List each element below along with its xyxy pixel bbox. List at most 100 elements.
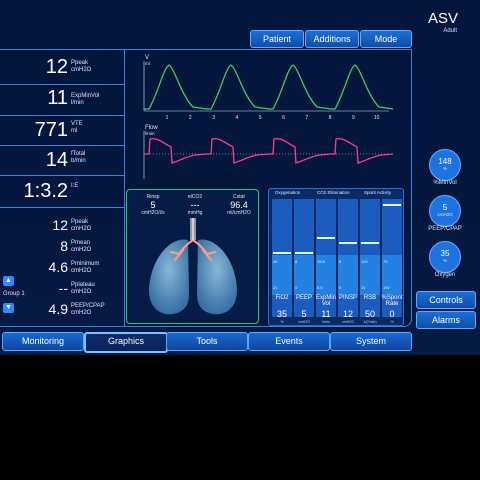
readout-value: 8 xyxy=(60,238,68,254)
co2-elimination-header: CO2 Elimination xyxy=(317,190,350,195)
parameter-value[interactable]: 5 xyxy=(293,309,315,319)
oxygen-control[interactable]: 35 % xyxy=(429,241,461,273)
parameter-value[interactable]: 11 xyxy=(315,309,337,319)
peep-value: 5 xyxy=(442,203,448,212)
readout-value: 11 xyxy=(47,87,68,109)
readout-value: 12 xyxy=(45,56,68,78)
readout-ftotal: 14 fTotal b/min xyxy=(0,146,124,174)
tab-events[interactable]: Events xyxy=(248,332,330,351)
bar-current-marker xyxy=(361,242,379,244)
parameter-label: ExpMin Vol xyxy=(315,295,336,307)
readout-value: 1:3.2 xyxy=(23,180,68,202)
ventilator-screen: ASV Adult Patient Additions Mode 12 Ppea… xyxy=(0,0,480,355)
bar-tick-label: 75 xyxy=(383,259,388,264)
additions-button[interactable]: Additions xyxy=(305,30,359,48)
parameter-label: FiO2 xyxy=(275,295,289,301)
mode-title: ASV xyxy=(427,10,458,27)
mode-button[interactable]: Mode xyxy=(360,30,412,48)
triangle-down-icon[interactable]: ▼ xyxy=(3,303,14,313)
volume-unit: ml xyxy=(145,61,150,66)
volume-tick-labels: 1 2 3 4 5 6 7 8 9 10 xyxy=(166,115,380,121)
readout-label: fTotal b/min xyxy=(71,151,86,164)
parameter-unit: % xyxy=(280,320,284,324)
peep-label: PEEP/CPAP xyxy=(428,226,462,232)
readout-label: I:E xyxy=(71,183,79,189)
etco2-unit: mmHg xyxy=(187,210,203,216)
time-tick-label: 9 xyxy=(352,115,355,121)
tab-system[interactable]: System xyxy=(330,332,412,351)
minvol-label: %MinVol xyxy=(433,180,457,186)
oxygen-label: Oxygen xyxy=(434,272,456,278)
minvol-value: 148 xyxy=(438,157,452,166)
readout-label: VTE ml xyxy=(71,121,83,134)
parameter-label: %Spont Rate xyxy=(381,295,403,307)
bar-current-marker xyxy=(273,252,291,254)
time-tick-label: 7 xyxy=(305,115,308,121)
time-tick-label: 4 xyxy=(236,115,239,121)
parameter-value[interactable]: 50 xyxy=(359,309,381,319)
group-readout-pmean: 8 Pmean cmH2O xyxy=(0,238,124,258)
dynamic-lung-panel: Rinsp 5 cmH2O/l/s etCO2 --- mmHg Cstat 9… xyxy=(126,189,259,324)
tab-monitoring[interactable]: Monitoring xyxy=(2,332,84,351)
time-tick-label: 3 xyxy=(212,115,215,121)
group-label: Group 1 xyxy=(3,291,25,297)
readout-expminvol: 11 ExpMinVol l/min xyxy=(0,86,124,114)
controls-button[interactable]: Controls xyxy=(416,291,476,309)
flow-waveform xyxy=(144,137,394,164)
cstat-value: 96.4 xyxy=(230,200,248,210)
bar-tick-label: 8 xyxy=(295,259,298,264)
readout-value: 771 xyxy=(34,119,68,141)
spont-activity-header: Spont Activity xyxy=(364,190,392,195)
group-readout-pminimum: 4.6 Pminimum cmH2O xyxy=(0,259,124,279)
bar-tick-label: 100 xyxy=(383,285,390,290)
parameter-unit: cmH2O xyxy=(342,320,354,324)
bar-tick-label: 5.5 xyxy=(317,285,323,290)
readout-value: 14 xyxy=(45,149,68,171)
readout-value: -- xyxy=(58,280,68,296)
readout-label: PEEP/CPAP cmH2O xyxy=(71,303,105,316)
parameter-value[interactable]: 0 xyxy=(381,309,403,319)
time-tick-label: 2 xyxy=(189,115,192,121)
readout-label: ExpMinVol l/min xyxy=(71,93,100,106)
parameter-unit: cmH2O xyxy=(298,320,310,324)
readout-label: Pminimum cmH2O xyxy=(71,261,100,274)
parameter-label: RSB xyxy=(363,295,377,301)
parameter-value[interactable]: 12 xyxy=(337,309,359,319)
alarms-button[interactable]: Alarms xyxy=(416,311,476,329)
rinsp-value: 5 xyxy=(150,200,156,210)
readout-ppeak: 12 Ppeak cmH2O xyxy=(0,54,124,82)
minvol-control[interactable]: 148 % xyxy=(429,149,461,181)
bar-tick-label: 0 xyxy=(295,285,298,290)
readout-vte: 771 VTE ml xyxy=(0,116,124,144)
flow-unit: l/min xyxy=(145,131,155,136)
triangle-up-icon[interactable]: ▲ xyxy=(3,276,14,286)
parameter-unit: l/min xyxy=(322,320,330,324)
readout-label: Pplateau cmH2O xyxy=(71,282,95,295)
rinsp-unit: cmH2O/l/s xyxy=(141,210,165,216)
time-tick-label: 8 xyxy=(329,115,332,121)
bar-tick-label: 100 xyxy=(361,259,368,264)
group-readout-peep: 4.9 PEEP/CPAP cmH2O xyxy=(0,301,124,321)
divider xyxy=(0,84,124,85)
divider xyxy=(0,175,124,176)
readout-value: 12 xyxy=(52,217,68,233)
readout-label: Ppeak cmH2O xyxy=(71,60,92,73)
parameter-unit: 1/(l*min) xyxy=(363,320,377,324)
peep-unit: cmH2O xyxy=(437,212,453,217)
group-readout-pplateau: -- Pplateau cmH2O xyxy=(0,280,124,300)
waveform-graphs: V ml 1 2 3 4 5 6 7 8 9 10 Flow l/min xyxy=(143,55,394,179)
patient-button[interactable]: Patient xyxy=(250,30,304,48)
etco2-value: --- xyxy=(190,200,200,210)
group-readout-ppeak: 12 Ppeak cmH2O xyxy=(0,217,124,237)
oxygenation-header: Oxygenation xyxy=(275,190,301,195)
readout-value: 4.9 xyxy=(48,301,68,317)
parameter-label: PINSP xyxy=(338,295,357,301)
minvol-unit: % xyxy=(442,166,447,171)
peep-control[interactable]: 5 cmH2O xyxy=(429,195,461,227)
tab-tools[interactable]: Tools xyxy=(166,332,248,351)
tab-graphics[interactable]: Graphics xyxy=(84,332,168,353)
readout-label: Ppeak cmH2O xyxy=(71,219,92,232)
divider xyxy=(0,207,124,208)
parameter-value[interactable]: 35 xyxy=(271,309,293,319)
divider xyxy=(124,49,125,327)
